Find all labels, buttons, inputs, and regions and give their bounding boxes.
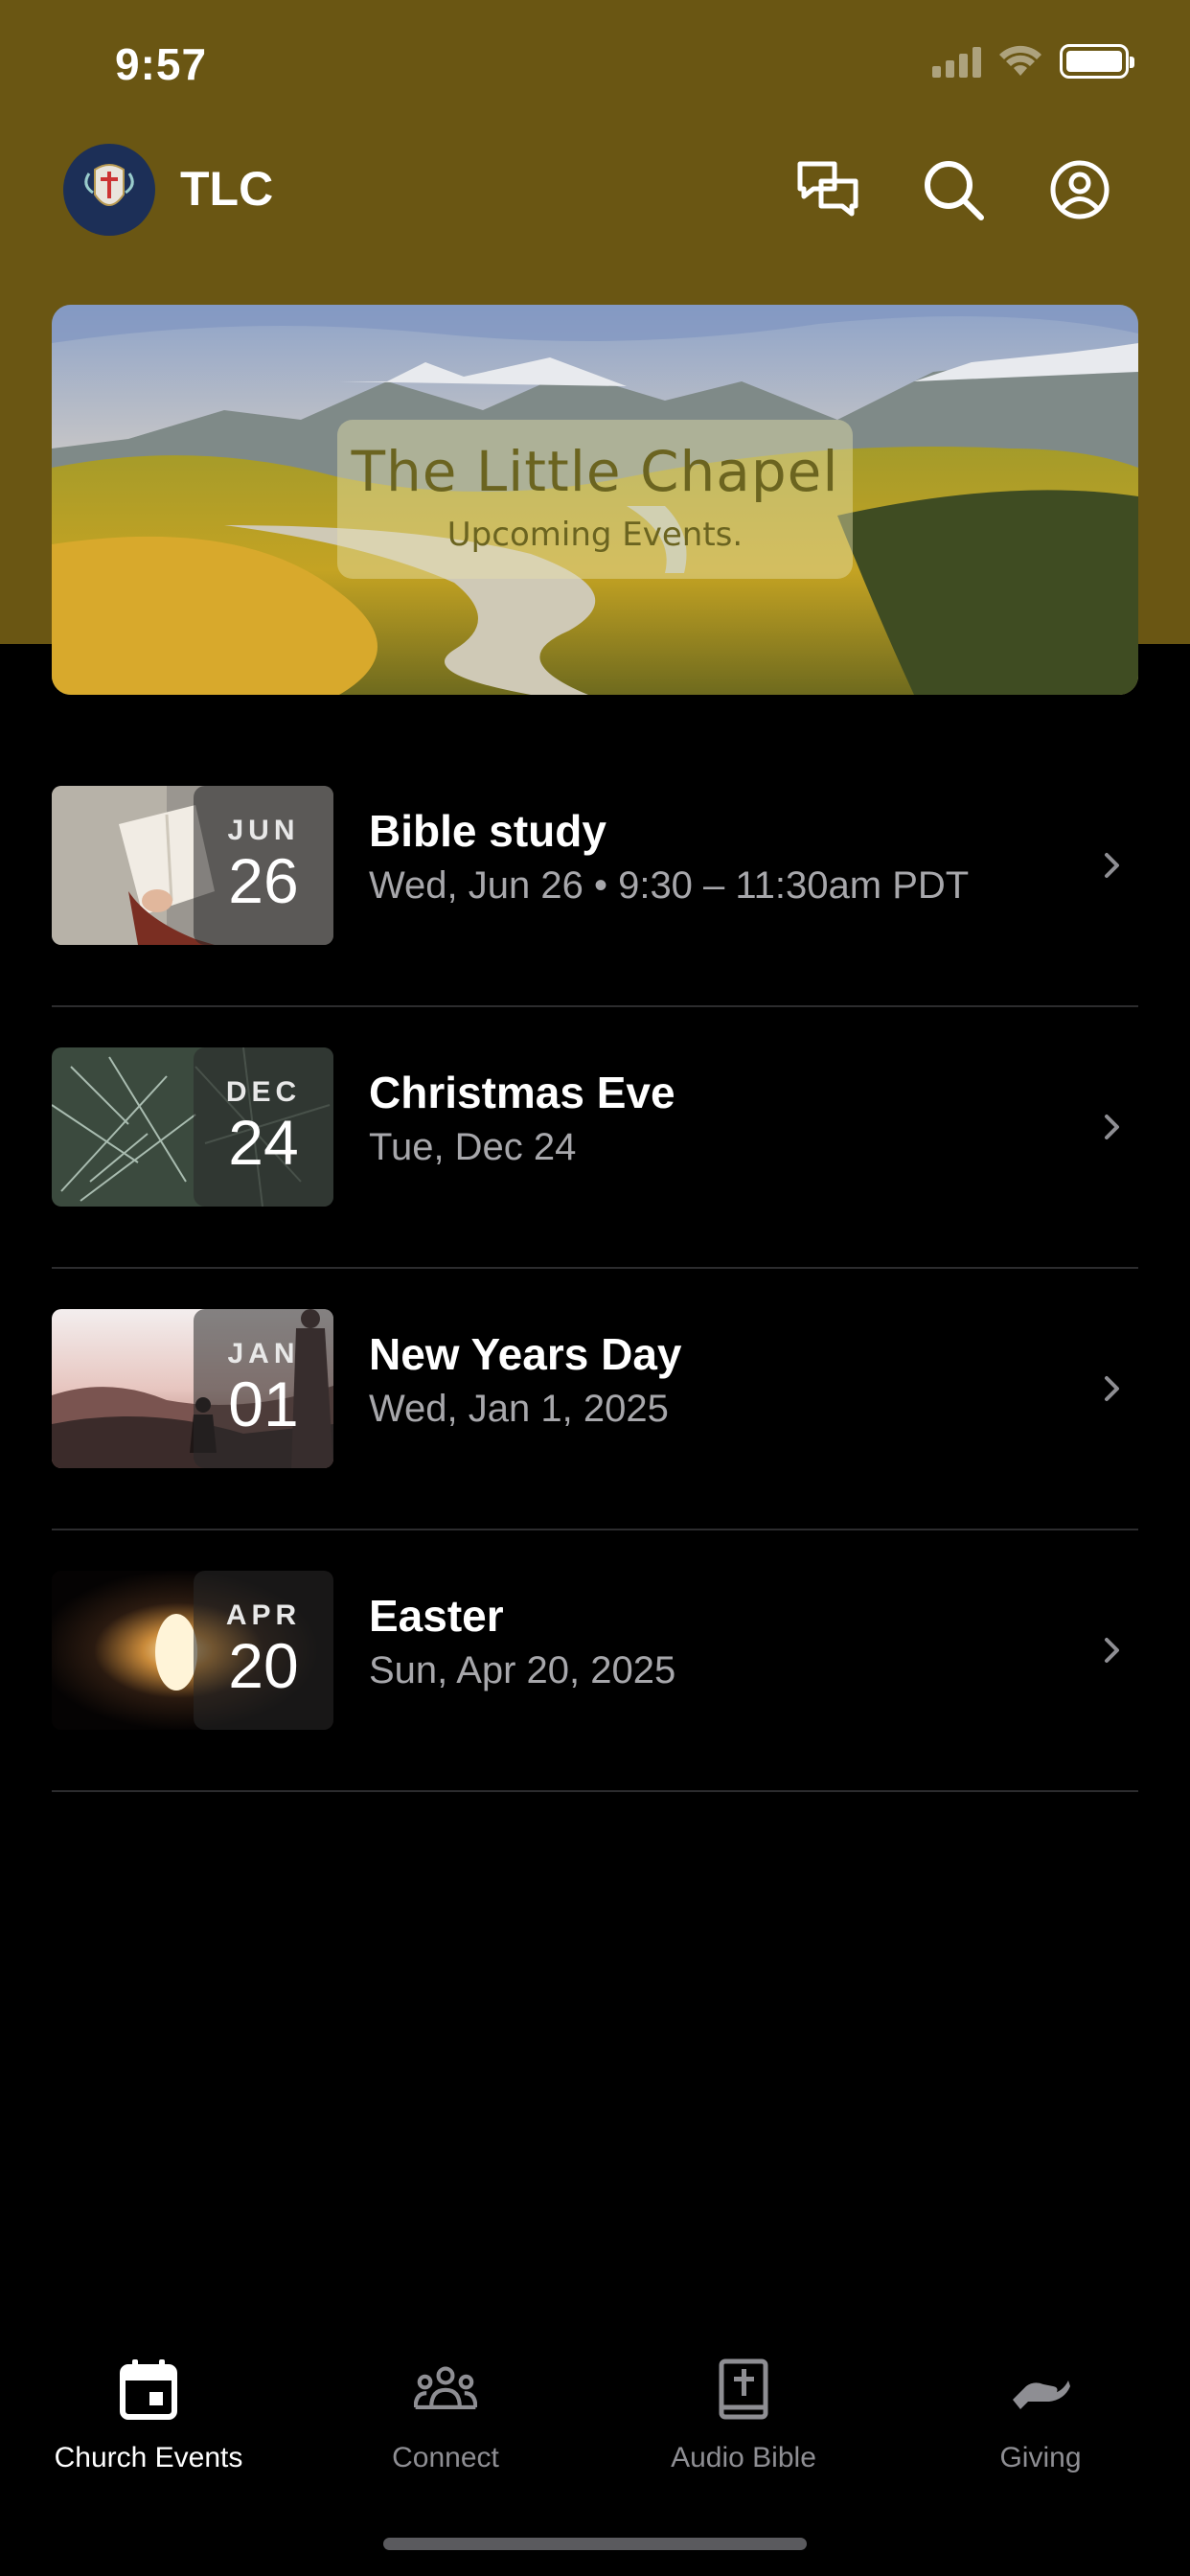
banner-title: The Little Chapel — [351, 439, 839, 504]
event-title: Bible study — [369, 806, 606, 856]
church-logo[interactable] — [63, 144, 155, 236]
messages-button[interactable] — [790, 151, 866, 228]
event-day: 20 — [228, 1630, 299, 1701]
group-icon — [414, 2366, 477, 2410]
event-month: JAN — [227, 1338, 300, 1369]
event-day: 01 — [228, 1368, 299, 1439]
calendar-icon — [120, 2359, 177, 2420]
banner-caption-box: The Little Chapel Upcoming Events. — [337, 420, 853, 579]
event-row-bible-study[interactable]: JUN 26 Bible study Wed, Jun 26 • 9:30 – … — [52, 746, 1138, 1007]
app-title: TLC — [180, 162, 274, 216]
event-thumbnail: DEC 24 — [52, 1047, 333, 1207]
event-title: Easter — [369, 1591, 504, 1641]
event-subtitle: Wed, Jan 1, 2025 — [369, 1388, 669, 1430]
chevron-right-icon — [1105, 853, 1119, 878]
divider — [52, 1790, 1138, 1792]
banner-subtitle: Upcoming Events. — [446, 516, 744, 554]
giving-hand-icon — [1013, 2380, 1070, 2409]
bible-icon — [719, 2358, 768, 2420]
status-icons — [932, 44, 1134, 79]
status-time: 9:57 — [115, 39, 208, 89]
chat-bubbles-icon — [797, 161, 858, 217]
event-date-badge: APR 20 — [194, 1571, 333, 1730]
tab-church-events[interactable]: Church Events — [0, 2358, 297, 2474]
home-indicator — [383, 2538, 807, 2550]
event-subtitle: Tue, Dec 24 — [369, 1126, 577, 1168]
wifi-icon — [999, 45, 1041, 76]
tab-giving[interactable]: Giving — [892, 2358, 1189, 2474]
event-title: New Years Day — [369, 1329, 682, 1379]
event-day: 26 — [228, 845, 299, 916]
event-thumbnail: APR 20 — [52, 1571, 333, 1730]
event-date-badge: DEC 24 — [194, 1047, 333, 1207]
church-logo-icon — [84, 164, 134, 206]
tab-label: Audio Bible — [671, 2442, 816, 2473]
search-icon — [925, 161, 984, 220]
event-row-easter[interactable]: APR 20 Easter Sun, Apr 20, 2025 — [52, 1530, 1138, 1792]
event-month: APR — [225, 1599, 302, 1631]
profile-icon — [1050, 160, 1110, 219]
chevron-right-icon — [1105, 1376, 1119, 1401]
chevron-right-icon — [1105, 1115, 1119, 1139]
event-row-christmas-eve[interactable]: DEC 24 Christmas Eve Tue, Dec 24 — [52, 1007, 1138, 1269]
tab-audio-bible[interactable]: Audio Bible — [595, 2358, 892, 2474]
tab-label: Connect — [392, 2442, 499, 2473]
event-thumbnail: JAN 01 — [52, 1309, 333, 1468]
event-date-badge: JUN 26 — [194, 786, 333, 945]
tab-label: Church Events — [54, 2442, 243, 2473]
event-thumbnail: JUN 26 — [52, 786, 333, 945]
event-subtitle: Wed, Jun 26 • 9:30 – 11:30am PDT — [369, 864, 970, 907]
cellular-signal-icon — [932, 45, 981, 78]
chevron-right-icon — [1105, 1638, 1119, 1663]
search-button[interactable] — [915, 151, 992, 228]
event-subtitle: Sun, Apr 20, 2025 — [369, 1649, 676, 1691]
event-day: 24 — [228, 1107, 299, 1178]
tab-label: Giving — [999, 2442, 1082, 2473]
event-month: JUN — [227, 815, 300, 846]
event-row-new-years-day[interactable]: JAN 01 New Years Day Wed, Jan 1, 2025 — [52, 1269, 1138, 1530]
tab-connect[interactable]: Connect — [297, 2358, 594, 2474]
event-date-badge: JAN 01 — [194, 1309, 333, 1468]
event-title: Christmas Eve — [369, 1068, 675, 1117]
events-banner: The Little Chapel Upcoming Events. — [52, 305, 1138, 695]
event-month: DEC — [225, 1076, 302, 1108]
battery-icon — [1060, 44, 1134, 79]
profile-button[interactable] — [1041, 151, 1118, 228]
